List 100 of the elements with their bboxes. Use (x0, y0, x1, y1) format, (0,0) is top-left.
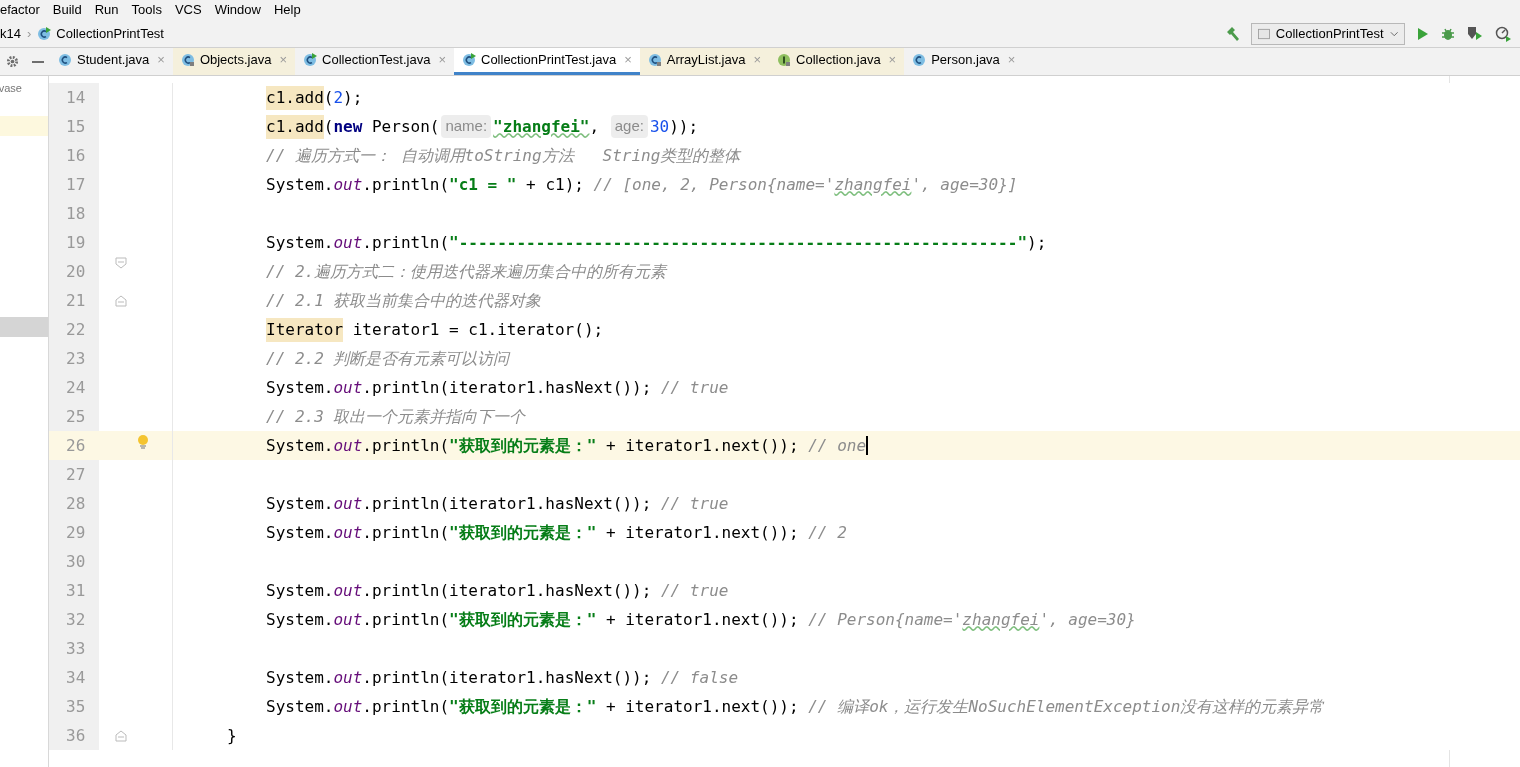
code-comment: zhangfei (962, 608, 1040, 631)
run-icon[interactable] (1417, 26, 1429, 41)
editor-tab[interactable]: ArrayList.java × (639, 48, 770, 75)
class-file-icon (303, 53, 317, 67)
line-number: 14 (49, 83, 99, 112)
code-comment: // 2.1 获取当前集合中的迭代器对象 (266, 289, 542, 312)
run-configuration-dropdown[interactable]: CollectionPrintTest (1251, 22, 1405, 45)
code-text: .println(iterator1.hasNext()); (362, 579, 653, 602)
code-comment: // 遍历方式一： 自动调用toString方法 String类型的整体 (266, 144, 741, 167)
code-text: .println(iterator1.hasNext()); (362, 376, 653, 399)
gauge-run-icon[interactable] (1495, 25, 1512, 42)
line-number: 31 (49, 576, 99, 605)
breadcrumb-item[interactable]: k14 (0, 23, 21, 44)
code-text: System. (266, 376, 334, 399)
code-comment: // true (660, 492, 729, 515)
code-string: "c1 = " (449, 173, 517, 196)
highlighted-tree-row (0, 116, 48, 136)
code-highlight: Iterator (266, 317, 344, 342)
code-text: )); (669, 115, 699, 138)
line-number: 19 (49, 228, 99, 257)
fold-marker-icon[interactable] (115, 295, 127, 307)
code-text: + c1); (525, 173, 585, 196)
code-string: "zhangfei" (493, 115, 590, 138)
code-comment: // Person{name=' (808, 608, 963, 631)
breadcrumb-item[interactable]: CollectionPrintTest (56, 23, 164, 44)
code-text: System. (266, 608, 334, 631)
chevron-down-icon (1389, 30, 1398, 37)
fold-marker-icon[interactable] (115, 730, 127, 742)
code-field: out (333, 230, 363, 255)
code-text: ); (1027, 231, 1047, 254)
bug-icon[interactable] (1441, 26, 1455, 41)
code-comment: // [one, 2, Person{name=' (593, 173, 835, 196)
code-comment: // one (808, 434, 867, 457)
code-comment: zhangfei (834, 173, 912, 196)
line-number: 35 (49, 692, 99, 721)
code-hint: age: (610, 115, 648, 138)
code-text: + iterator1.next()); (604, 695, 800, 718)
hammer-icon[interactable] (1225, 25, 1241, 42)
menu-item[interactable]: VCS (174, 0, 202, 20)
menu-item[interactable]: efactor (0, 0, 40, 20)
line-number: 21 (49, 286, 99, 315)
class-file-icon (912, 53, 927, 67)
code-field: out (333, 694, 363, 719)
text-caret (866, 436, 869, 455)
code-text: .println(iterator1.hasNext()); (362, 492, 653, 515)
code-number: 30 (649, 115, 670, 138)
code-string: "获取到的元素是：" (449, 434, 597, 457)
menu-item[interactable]: Build (52, 0, 82, 20)
settings-icon[interactable] (6, 55, 20, 68)
menu-item[interactable]: Run (94, 0, 119, 20)
menu-item[interactable]: Window (214, 0, 261, 20)
code-text: .println( (362, 173, 450, 196)
lightbulb-icon[interactable] (137, 434, 149, 450)
class-file-icon (58, 53, 72, 67)
class-file-icon (37, 26, 52, 41)
code-text: + iterator1.next()); (604, 608, 800, 631)
code-string: "获取到的元素是：" (449, 521, 597, 544)
code-text: .println( (362, 521, 450, 544)
menu-item[interactable]: Tools (131, 0, 162, 20)
code-text: ( (323, 86, 334, 109)
code-comment: // true (660, 376, 729, 399)
code-text: .println( (362, 695, 450, 718)
fold-marker-icon[interactable] (115, 257, 127, 269)
code-comment: ', age=30}] (911, 173, 1018, 196)
minimize-icon[interactable] (31, 60, 44, 63)
code-comment: // true (660, 579, 729, 602)
code-text: System. (266, 434, 334, 457)
line-number: 34 (49, 663, 99, 692)
class-file-icon (462, 53, 476, 67)
editor-tab[interactable]: Collection.java × (769, 48, 905, 75)
code-text: System. (266, 666, 334, 689)
code-comment: // 2.3 取出一个元素并指向下一个 (266, 405, 526, 428)
code-text: + iterator1.next()); (604, 521, 800, 544)
line-number: 23 (49, 344, 99, 373)
code-comment: ', age=30} (1039, 608, 1136, 631)
line-number: 30 (49, 547, 99, 576)
line-number: 18 (49, 199, 99, 228)
editor-tab[interactable]: Objects.java × (172, 48, 295, 75)
code-text: , (589, 115, 601, 138)
code-highlight: c1.add (266, 85, 324, 110)
menu-item[interactable]: Help (273, 0, 301, 20)
code-text: } (227, 724, 237, 747)
code-text: ( (323, 115, 334, 138)
code-text: System. (266, 695, 334, 718)
code-string: "获取到的元素是：" (449, 695, 597, 718)
line-number: 16 (49, 141, 99, 170)
code-number: 2 (333, 86, 344, 109)
class-file-icon (180, 53, 195, 67)
code-field: out (333, 578, 363, 603)
window-icon (1258, 27, 1270, 40)
code-field: out (333, 433, 363, 458)
shield-run-icon[interactable] (1467, 26, 1483, 41)
code-text: .println( (362, 608, 450, 631)
code-text: iterator1 = c1.iterator(); (351, 318, 604, 341)
line-number: 29 (49, 518, 99, 547)
code-text: .println(iterator1.hasNext()); (362, 666, 653, 689)
code-text: System. (266, 492, 334, 515)
line-number: 32 (49, 605, 99, 634)
editor-tab[interactable]: CollectionPrintTest.java × (454, 48, 640, 75)
code-comment: // 编译ok，运行发生NoSuchElementException没有这样的元素异常 (808, 695, 1325, 718)
